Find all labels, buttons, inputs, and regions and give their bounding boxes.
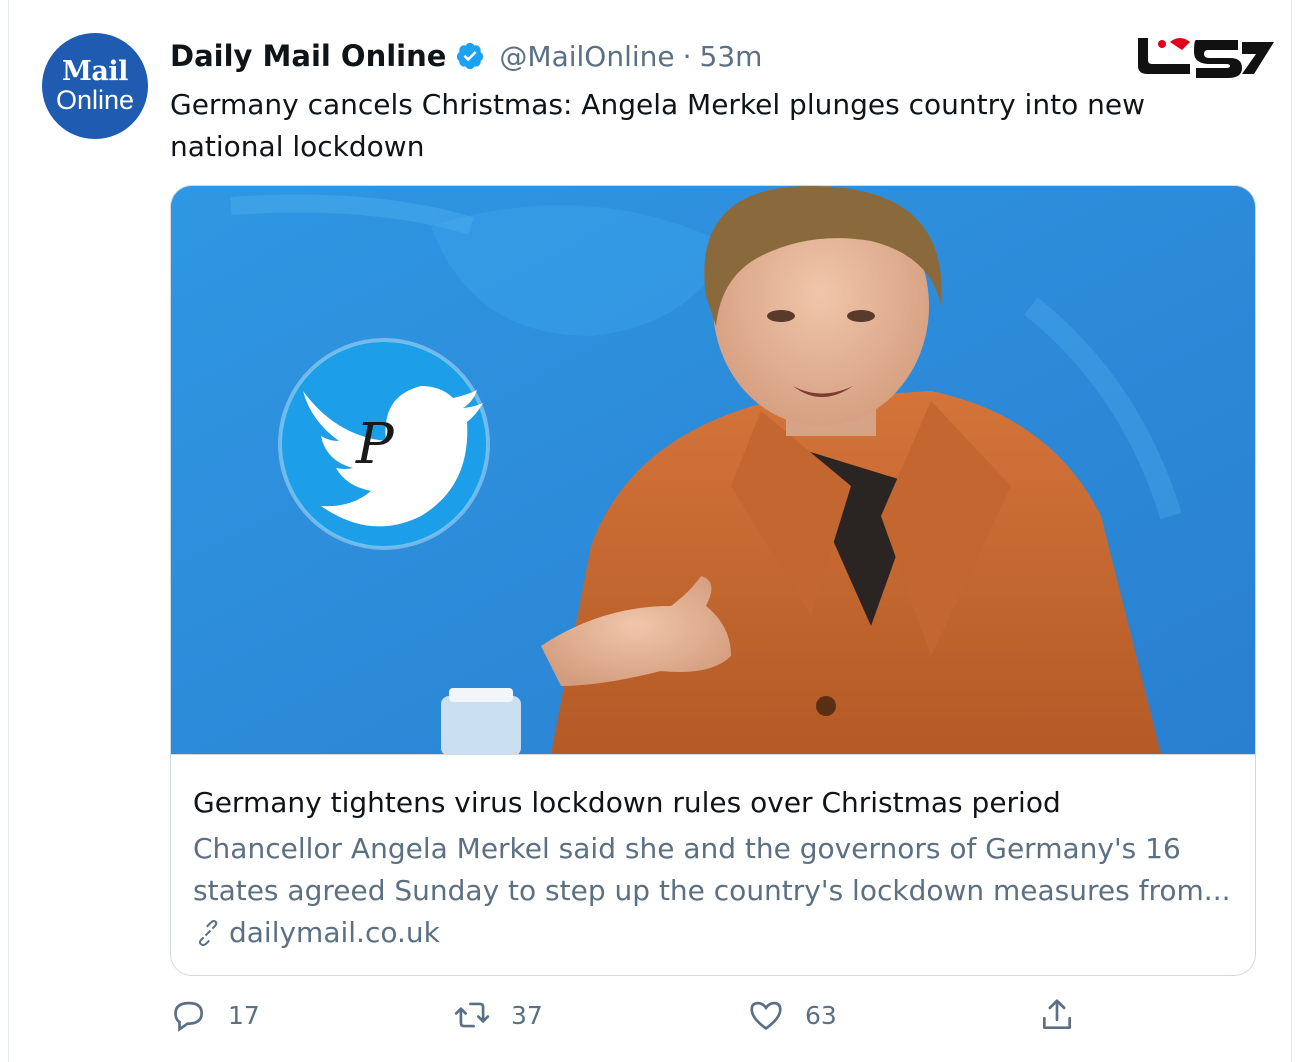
heart-icon: [750, 1001, 782, 1031]
like-button[interactable]: 63: [747, 996, 837, 1034]
reply-icon: [174, 1001, 204, 1032]
card-link-domain: dailymail.co.uk: [229, 916, 440, 949]
tweet-header: Daily Mail Online @MailOnline · 53m: [170, 36, 762, 76]
image-logo-letter: P: [356, 412, 394, 477]
display-name[interactable]: Daily Mail Online: [170, 39, 446, 73]
link-card[interactable]: P Germany tightens virus lockdown rules …: [170, 185, 1256, 976]
retweet-count: 37: [511, 1000, 543, 1030]
avatar-line1: Mail: [62, 56, 128, 87]
retweet-icon: [454, 1002, 490, 1028]
user-handle[interactable]: @MailOnline: [499, 40, 674, 73]
link-icon: [198, 919, 218, 947]
reply-count: 17: [228, 1000, 260, 1030]
card-photo: [171, 186, 1255, 754]
card-title: Germany tightens virus lockdown rules ov…: [193, 786, 1061, 819]
card-description: Chancellor Angela Merkel said she and th…: [193, 832, 1231, 907]
tweet-actions: 17 37 63: [170, 996, 1260, 1046]
retweet-button[interactable]: 37: [453, 996, 543, 1034]
tweet-text: Germany cancels Christmas: Angela Merkel…: [170, 88, 1145, 163]
separator-dot: ·: [682, 39, 692, 73]
avatar[interactable]: Mail Online: [42, 33, 148, 139]
like-count: 63: [805, 1000, 837, 1030]
verified-badge-icon: [457, 42, 484, 70]
watermark-logo-icon: [1138, 38, 1274, 78]
share-icon: [1042, 999, 1072, 1030]
card-link[interactable]: dailymail.co.uk: [193, 915, 440, 951]
share-button[interactable]: [1038, 996, 1076, 1034]
avatar-line2: Online: [55, 85, 135, 115]
tweet-timestamp[interactable]: 53m: [700, 40, 763, 73]
card-image[interactable]: P: [171, 186, 1255, 754]
reply-button[interactable]: 17: [170, 996, 260, 1034]
card-info[interactable]: Germany tightens virus lockdown rules ov…: [171, 754, 1255, 975]
